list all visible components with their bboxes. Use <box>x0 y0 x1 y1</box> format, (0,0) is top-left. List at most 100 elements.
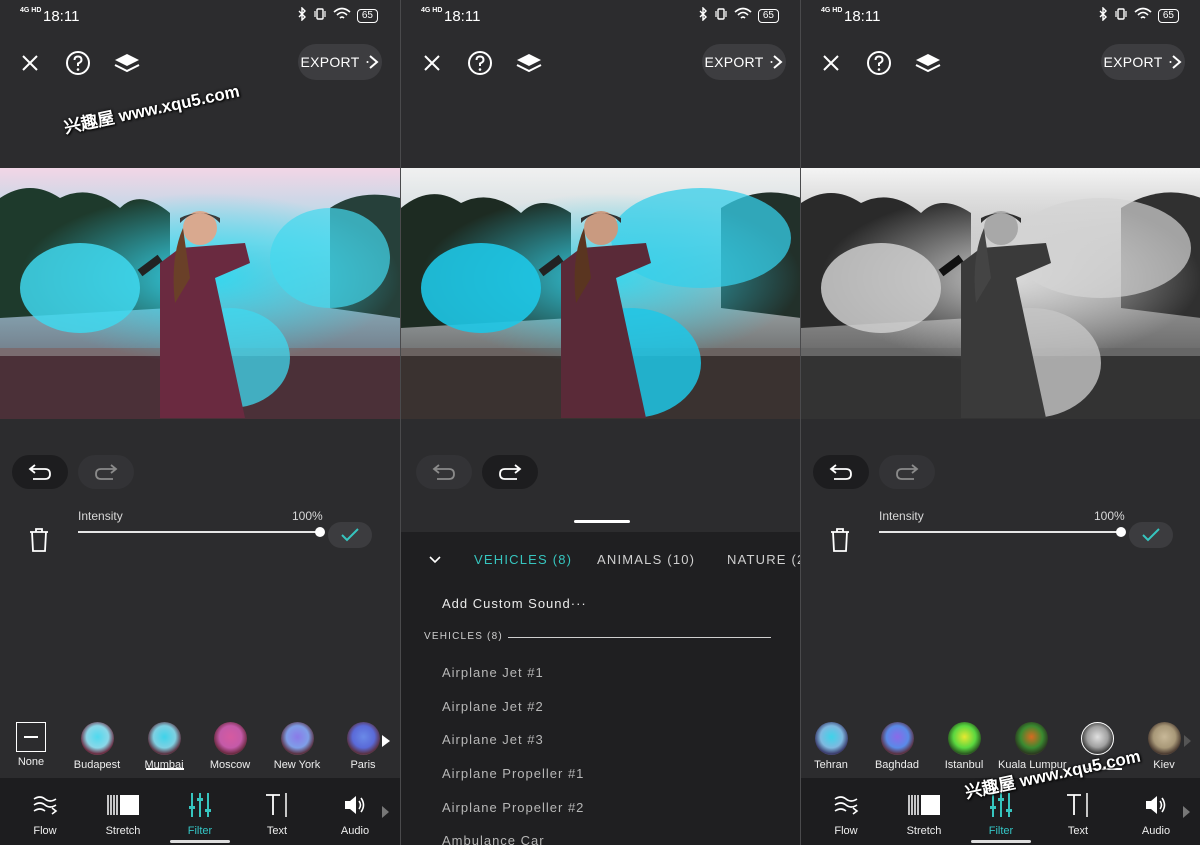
tool-filter[interactable]: Filter <box>165 790 235 837</box>
tab-animals[interactable]: ANIMALS (10) <box>597 552 695 567</box>
sheet-grabber[interactable] <box>574 520 630 523</box>
selected-filter-indicator <box>146 768 184 770</box>
undo-button[interactable] <box>12 455 68 489</box>
sound-item[interactable]: Airplane Propeller #1 <box>442 766 584 781</box>
export-label: EXPORT <box>704 54 764 70</box>
tab-vehicles[interactable]: VEHICLES (8) <box>474 552 572 567</box>
layers-icon[interactable] <box>913 48 943 78</box>
undo-icon <box>28 464 51 480</box>
sound-item[interactable]: Ambulance Car <box>442 833 545 845</box>
preview-image <box>401 168 800 419</box>
slider-knob[interactable] <box>315 527 325 537</box>
help-icon[interactable] <box>63 48 93 78</box>
wifi-icon <box>1134 7 1152 25</box>
apply-button[interactable] <box>328 522 372 548</box>
layers-icon[interactable] <box>514 48 544 78</box>
filters-more-icon[interactable] <box>382 735 390 747</box>
sound-item[interactable]: Airplane Jet #2 <box>442 699 544 714</box>
audio-icon <box>1121 790 1191 820</box>
top-bar: EXPORT <box>401 40 800 86</box>
section-header: VEHICLES (8) <box>424 631 503 642</box>
undo-icon <box>829 464 852 480</box>
status-bar: 4G HD 18:11 65 <box>401 0 800 32</box>
tool-audio[interactable]: Audio <box>1121 790 1191 837</box>
chevron-right-icon <box>1169 55 1182 69</box>
apply-button[interactable] <box>1129 522 1173 548</box>
filter-new-york[interactable]: New York <box>264 718 330 771</box>
export-button[interactable]: EXPORT <box>1101 44 1185 80</box>
export-button[interactable]: EXPORT <box>702 44 786 80</box>
trash-icon[interactable] <box>829 527 851 558</box>
intensity-control: Intensity 100% <box>0 505 400 565</box>
bluetooth-icon <box>297 6 307 25</box>
bluetooth-icon <box>698 6 708 25</box>
tools-more-icon[interactable] <box>1183 806 1190 818</box>
screen-filter-editor-2: 4G HD 18:11 65 EXPORT Intensity 100% Teh… <box>801 0 1200 845</box>
redo-button[interactable] <box>879 455 935 489</box>
filter-mumbai[interactable]: Mumbai <box>131 718 197 771</box>
redo-icon <box>896 464 919 480</box>
export-label: EXPORT <box>1103 54 1163 70</box>
battery-indicator: 65 <box>757 9 779 23</box>
section-divider <box>508 637 771 638</box>
filter-moscow[interactable]: Moscow <box>197 718 263 771</box>
tool-flow[interactable]: Flow <box>811 790 881 837</box>
check-icon <box>341 528 359 542</box>
flow-icon <box>10 790 80 820</box>
redo-icon <box>95 464 118 480</box>
tool-stretch[interactable]: Stretch <box>889 790 959 837</box>
category-tabs: VEHICLES (8) ANIMALS (10) NATURE (2 <box>401 552 800 572</box>
network-indicator: 4G HD <box>821 7 843 14</box>
sound-item[interactable]: Airplane Jet #1 <box>442 665 544 680</box>
collapse-icon[interactable] <box>429 552 441 570</box>
status-time: 18:11 <box>444 8 481 25</box>
wifi-icon <box>734 7 752 25</box>
tools-more-icon[interactable] <box>382 806 389 818</box>
export-label: EXPORT <box>300 54 360 70</box>
close-icon[interactable] <box>816 48 846 78</box>
sound-item[interactable]: Airplane Propeller #2 <box>442 800 584 815</box>
home-indicator <box>170 840 230 843</box>
close-icon[interactable] <box>417 48 447 78</box>
trash-icon[interactable] <box>28 527 50 558</box>
bottom-toolbar: Flow Stretch Filter Text Audio <box>0 778 400 845</box>
export-button[interactable]: EXPORT <box>298 44 382 80</box>
filter-icon <box>165 790 235 820</box>
filter-baghdad[interactable]: Baghdad <box>864 718 930 771</box>
help-icon[interactable] <box>864 48 894 78</box>
audio-icon <box>320 790 390 820</box>
flow-icon <box>811 790 881 820</box>
filter-budapest[interactable]: Budapest <box>64 718 130 771</box>
top-bar: EXPORT <box>0 40 400 86</box>
undo-button[interactable] <box>416 455 472 489</box>
undo-button[interactable] <box>813 455 869 489</box>
filter-none[interactable]: None <box>0 718 64 768</box>
close-icon[interactable] <box>15 48 45 78</box>
layers-icon[interactable] <box>112 48 142 78</box>
battery-indicator: 65 <box>1157 9 1179 23</box>
status-time: 18:11 <box>844 8 881 25</box>
help-icon[interactable] <box>465 48 495 78</box>
screen-sound-picker: 4G HD 18:11 65 EXPORT VEHICLES (8) ANIMA… <box>401 0 800 845</box>
tool-audio[interactable]: Audio <box>320 790 390 837</box>
tab-nature[interactable]: NATURE (2 <box>727 552 800 567</box>
filter-istanbul[interactable]: Istanbul <box>931 718 997 771</box>
intensity-slider[interactable] <box>879 531 1121 533</box>
tool-text[interactable]: Text <box>242 790 312 837</box>
intensity-slider[interactable] <box>78 531 320 533</box>
tool-text[interactable]: Text <box>1043 790 1113 837</box>
slider-knob[interactable] <box>1116 527 1126 537</box>
screen-filter-editor-1: 4G HD 18:11 65 EXPORT 兴趣屋 www.xqu5.com I… <box>0 0 400 845</box>
redo-icon <box>499 464 522 480</box>
add-custom-sound[interactable]: Add Custom Sound··· <box>442 596 587 611</box>
sound-item[interactable]: Airplane Jet #3 <box>442 732 544 747</box>
redo-button[interactable] <box>78 455 134 489</box>
tool-flow[interactable]: Flow <box>10 790 80 837</box>
status-time: 18:11 <box>43 8 80 25</box>
redo-button[interactable] <box>482 455 538 489</box>
chevron-right-icon <box>770 55 783 69</box>
tool-stretch[interactable]: Stretch <box>88 790 158 837</box>
intensity-control: Intensity 100% <box>801 505 1200 565</box>
filters-more-icon[interactable] <box>1184 735 1191 747</box>
filter-tehran[interactable]: Tehran <box>801 718 864 771</box>
